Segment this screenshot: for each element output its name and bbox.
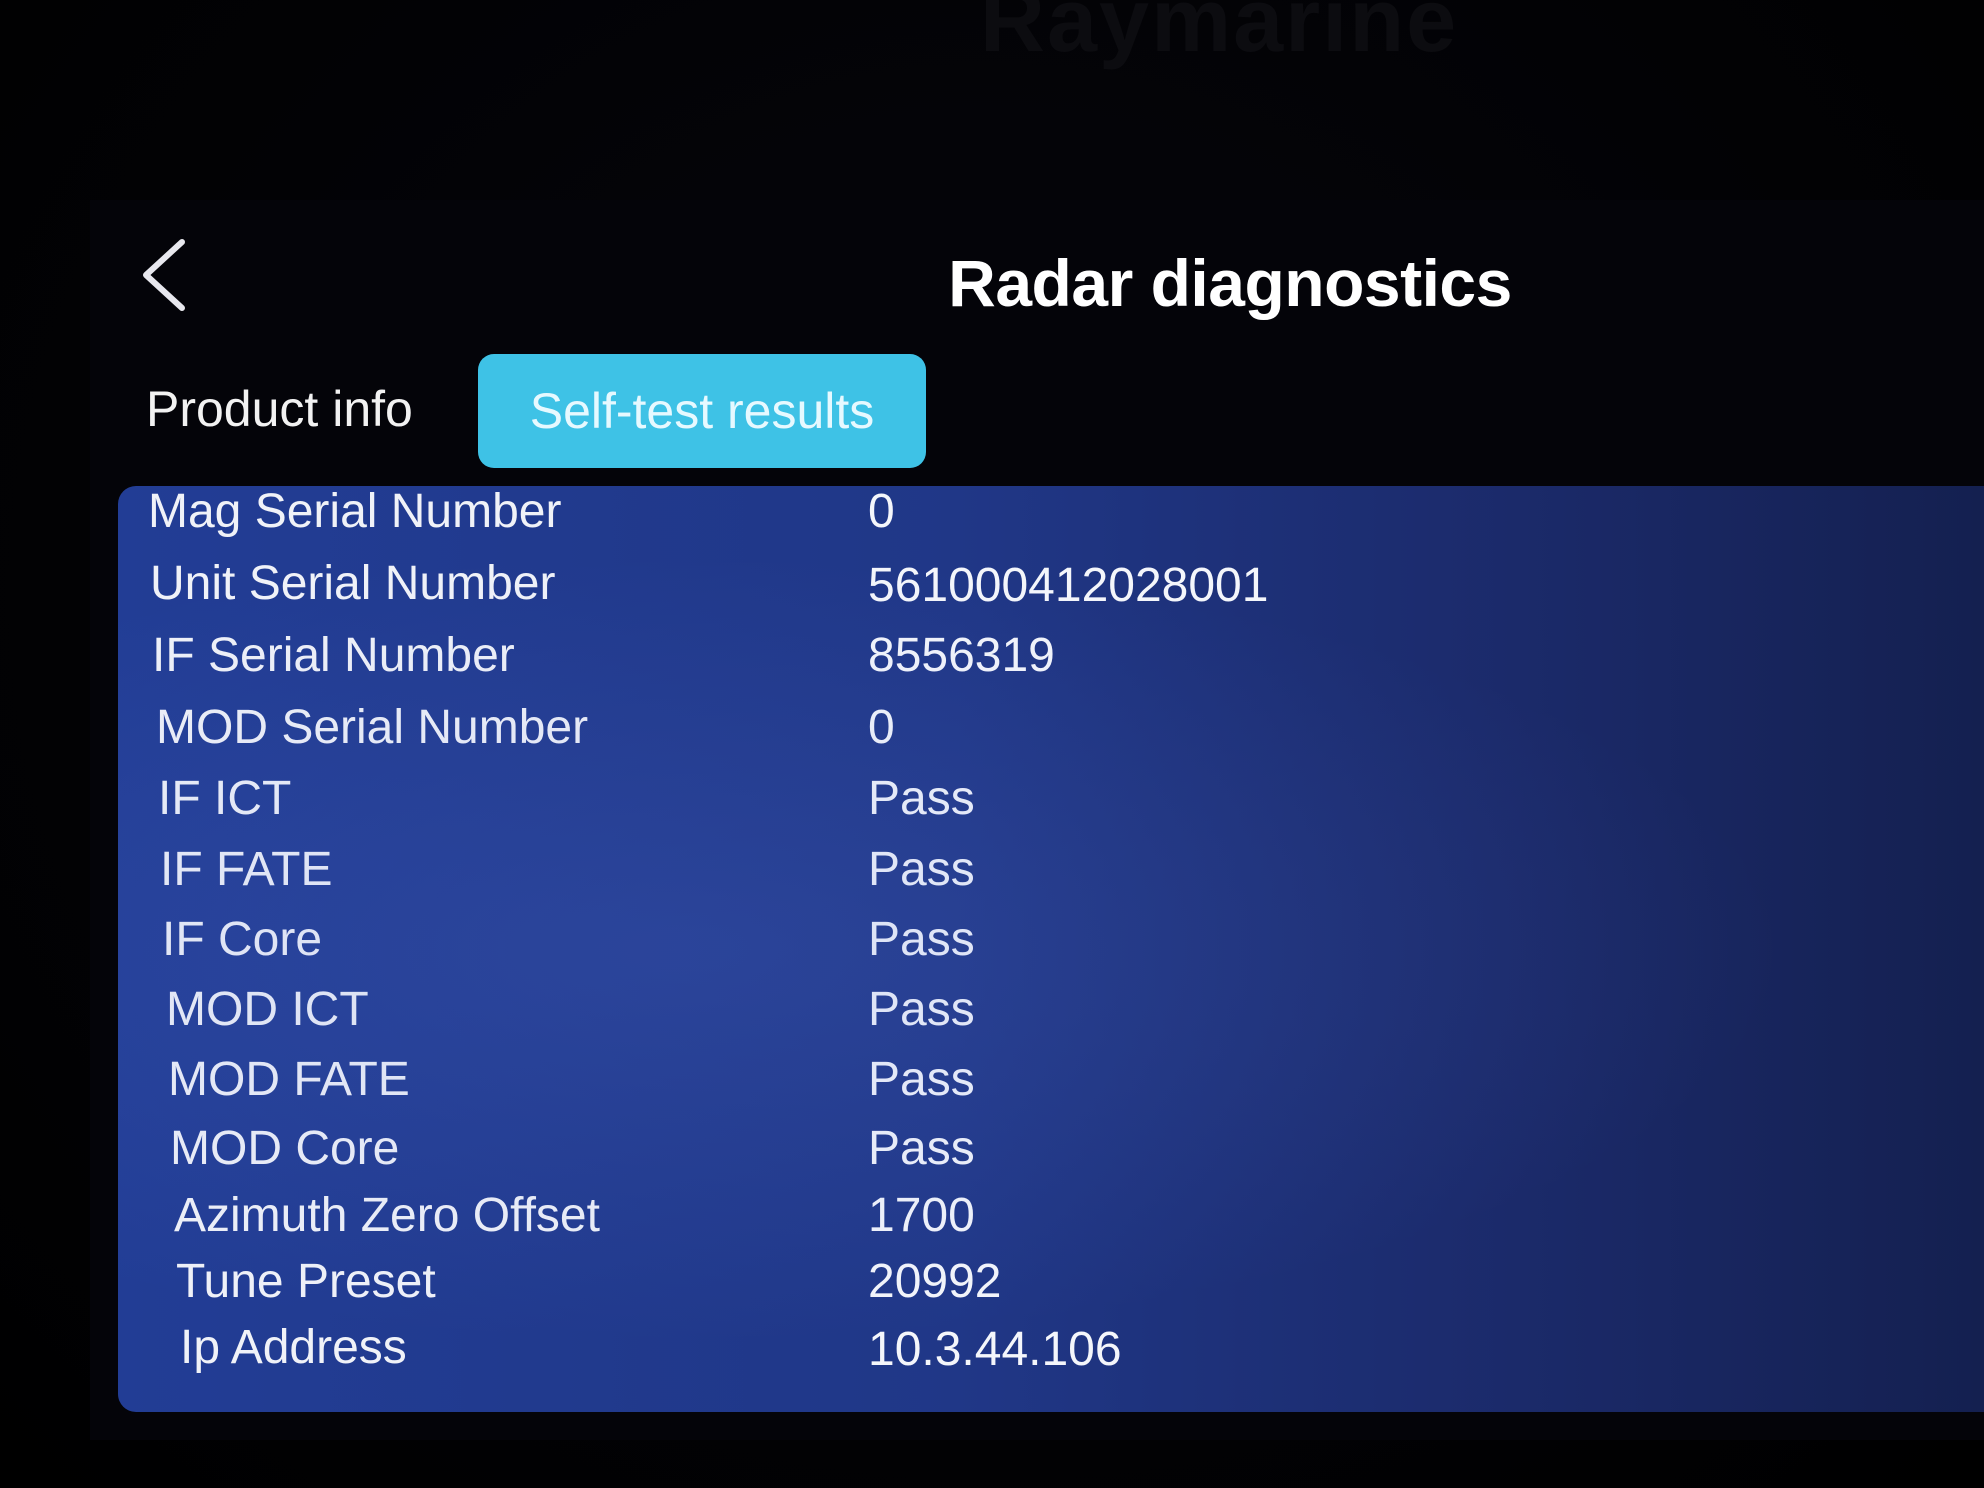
row-value: 0 bbox=[868, 701, 895, 754]
chevron-left-icon bbox=[130, 239, 200, 324]
tab-label: Self-test results bbox=[529, 383, 875, 439]
diagnostics-list[interactable]: Mag Serial Number 0 Unit Serial Number 5… bbox=[118, 486, 1984, 1412]
list-item: MOD Core Pass bbox=[118, 1121, 1984, 1191]
row-value: Pass bbox=[868, 1053, 975, 1106]
row-label: IF Serial Number bbox=[152, 629, 515, 682]
row-label: IF FATE bbox=[160, 843, 333, 896]
brand-logo: Raymarine bbox=[980, 0, 1459, 71]
row-label: MOD Serial Number bbox=[156, 701, 589, 754]
row-value: 8556319 bbox=[868, 629, 1055, 682]
row-label: IF Core bbox=[162, 913, 323, 966]
row-value: 0 bbox=[868, 486, 895, 538]
row-label: IF ICT bbox=[158, 772, 292, 825]
row-value: 20992 bbox=[868, 1255, 1002, 1308]
row-label: Azimuth Zero Offset bbox=[174, 1189, 600, 1242]
list-item: Tune Preset 20992 bbox=[118, 1254, 1984, 1324]
tab-self-test-results[interactable]: Self-test results bbox=[478, 354, 926, 468]
back-button[interactable] bbox=[130, 230, 200, 320]
list-item: Mag Serial Number 0 bbox=[118, 486, 1984, 556]
list-item: IF Core Pass bbox=[118, 912, 1984, 982]
row-value: Pass bbox=[868, 843, 975, 896]
row-label: Unit Serial Number bbox=[150, 557, 556, 610]
tab-product-info[interactable]: Product info bbox=[146, 380, 413, 438]
row-label: Ip Address bbox=[180, 1321, 407, 1374]
row-value: Pass bbox=[868, 983, 975, 1036]
list-item: Unit Serial Number 561000412028001 bbox=[118, 556, 1984, 626]
row-value: 1700 bbox=[868, 1189, 975, 1242]
list-item: MOD Serial Number 0 bbox=[118, 700, 1984, 770]
list-item: IF FATE Pass bbox=[118, 842, 1984, 912]
list-item: MOD FATE Pass bbox=[118, 1052, 1984, 1122]
device-frame: Raymarine Radar diagnostics Product info… bbox=[0, 0, 1984, 1488]
row-label: Tune Preset bbox=[176, 1255, 436, 1308]
list-item: IF Serial Number 8556319 bbox=[118, 628, 1984, 698]
list-item: MOD ICT Pass bbox=[118, 982, 1984, 1052]
row-value: Pass bbox=[868, 772, 975, 825]
list-item: Ip Address 10.3.44.106 bbox=[118, 1320, 1984, 1390]
row-label: MOD Core bbox=[170, 1122, 400, 1175]
row-label: Mag Serial Number bbox=[148, 486, 562, 538]
row-value: Pass bbox=[868, 913, 975, 966]
row-label: MOD FATE bbox=[168, 1053, 410, 1106]
page-title: Radar diagnostics bbox=[948, 246, 1512, 320]
row-value: Pass bbox=[868, 1122, 975, 1175]
row-value: 561000412028001 bbox=[868, 559, 1269, 612]
row-label: MOD ICT bbox=[166, 983, 369, 1036]
list-item: IF ICT Pass bbox=[118, 771, 1984, 841]
list-item: Azimuth Zero Offset 1700 bbox=[118, 1188, 1984, 1258]
row-value: 10.3.44.106 bbox=[868, 1323, 1122, 1376]
